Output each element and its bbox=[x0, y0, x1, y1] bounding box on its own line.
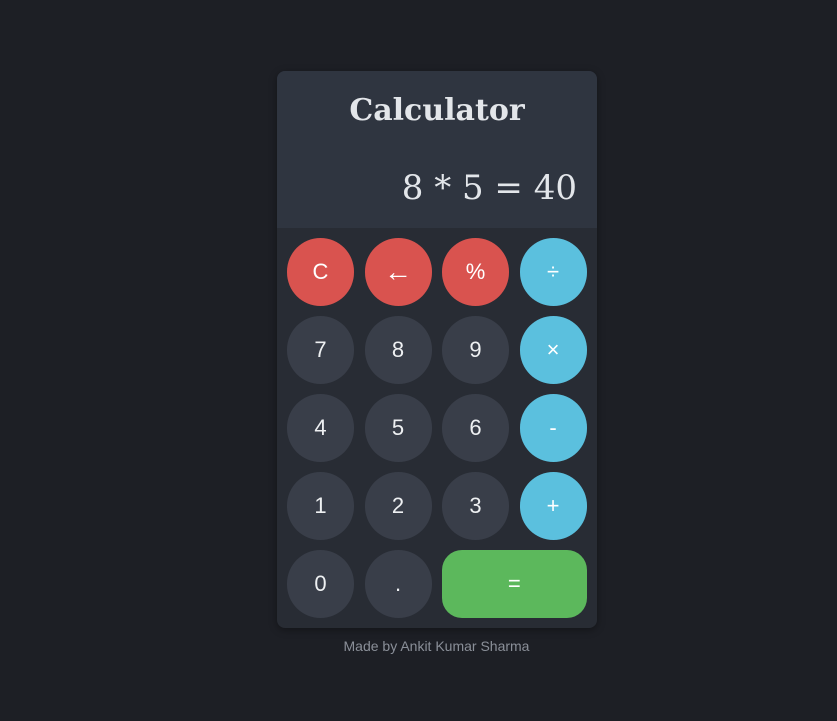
digit-9-button[interactable]: 9 bbox=[442, 316, 509, 384]
backspace-button[interactable]: ← bbox=[364, 238, 432, 306]
calculator-display: 8 * 5 = 40 bbox=[277, 147, 597, 228]
subtract-button[interactable]: - bbox=[519, 394, 587, 462]
digit-1-button[interactable]: 1 bbox=[287, 472, 354, 540]
equals-button[interactable]: = bbox=[442, 550, 587, 618]
footer-credit: Made by Ankit Kumar Sharma bbox=[343, 638, 530, 654]
percent-button[interactable]: % bbox=[442, 238, 509, 306]
digit-6-button[interactable]: 6 bbox=[442, 394, 509, 462]
digit-8-button[interactable]: 8 bbox=[364, 316, 432, 384]
multiply-button[interactable]: × bbox=[519, 316, 587, 384]
calculator-panel: Calculator 8 * 5 = 40 C ←% ÷ 7 8 9 × 4 5 6- 1 2 3 +0.… bbox=[277, 71, 597, 628]
add-button[interactable]: + bbox=[519, 472, 587, 540]
digit-5-button[interactable]: 5 bbox=[364, 394, 432, 462]
digit-3-button[interactable]: 3 bbox=[442, 472, 509, 540]
digit-7-button[interactable]: 7 bbox=[287, 316, 354, 384]
digit-2-button[interactable]: 2 bbox=[364, 472, 432, 540]
keypad: C ←% ÷ 7 8 9 × 4 5 6- 1 2 3 +0. = bbox=[277, 228, 597, 628]
calculator-header: Calculator bbox=[277, 71, 597, 147]
digit-0-button[interactable]: 0 bbox=[287, 550, 354, 618]
digit-4-button[interactable]: 4 bbox=[287, 394, 354, 462]
clear-button[interactable]: C bbox=[287, 238, 354, 306]
decimal-button[interactable]: . bbox=[364, 550, 432, 618]
display-value: 8 * 5 = 40 bbox=[401, 167, 577, 208]
page-title: Calculator bbox=[349, 92, 525, 128]
divide-button[interactable]: ÷ bbox=[519, 238, 587, 306]
